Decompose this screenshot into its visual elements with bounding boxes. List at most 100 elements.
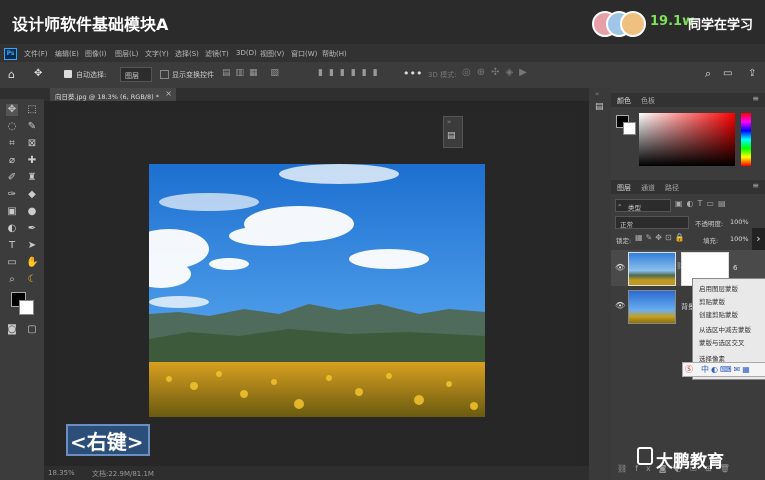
- status-bar: 18.35% 文档:22.9M/81.1M: [44, 466, 589, 480]
- show-transform-checkbox[interactable]: [160, 70, 169, 79]
- lasso-tool-icon[interactable]: ◌: [6, 121, 18, 133]
- tab-paths[interactable]: 路径: [665, 183, 679, 193]
- healing-brush-icon[interactable]: ✚: [26, 155, 38, 167]
- more-options-icon[interactable]: •••: [403, 67, 422, 80]
- document-tab[interactable]: 向日葵.jpg @ 18.3% (6, RGB/8) * ×: [50, 88, 176, 101]
- ime-tool-icons[interactable]: 中◐⌨✉▦: [701, 364, 752, 375]
- tab-color[interactable]: 颜色: [617, 96, 631, 106]
- ime-logo-icon: Ⓢ: [685, 365, 693, 374]
- eye-icon[interactable]: 👁: [615, 301, 625, 310]
- menu-3d[interactable]: 3D(D): [236, 49, 257, 57]
- eraser-icon[interactable]: ◆: [26, 189, 38, 201]
- 3d-tool-icons[interactable]: ◎⊕✣◈▶: [462, 67, 533, 78]
- layer-thumbnail: [628, 290, 676, 324]
- eyedropper-icon[interactable]: ⌀: [6, 155, 18, 167]
- gradient-tool-icon[interactable]: ▣: [6, 206, 18, 218]
- eye-icon[interactable]: 👁: [615, 263, 625, 272]
- banana-icon[interactable]: ☾: [26, 274, 38, 286]
- auto-select-dropdown[interactable]: 图层: [120, 67, 152, 82]
- opacity-label: 不透明度:: [695, 220, 724, 228]
- lock-icons[interactable]: ▦✎✥⊡🔒: [635, 233, 688, 242]
- layer-name[interactable]: 6: [733, 264, 737, 272]
- frame-tool-icon[interactable]: ⊠: [26, 138, 38, 150]
- history-brush-icon[interactable]: ✑: [6, 189, 18, 201]
- layer-thumbnail: [628, 252, 676, 286]
- close-icon[interactable]: ×: [165, 89, 172, 98]
- floating-properties-icon[interactable]: » ▤: [443, 116, 463, 148]
- auto-select-value: 图层: [125, 72, 139, 80]
- distribute-icons[interactable]: ▮▮▮▮▮▮: [318, 68, 384, 78]
- menu-item[interactable]: 剪贴蒙版: [699, 296, 725, 306]
- pen-tool-icon[interactable]: ✒: [26, 223, 38, 235]
- move-tool-icon[interactable]: ✥: [6, 104, 18, 116]
- menu-image[interactable]: 图像(I): [85, 49, 107, 59]
- menu-layer[interactable]: 图层(L): [115, 49, 138, 59]
- doc-info: 文档:22.9M/81.1M: [92, 470, 154, 478]
- course-title: 设计师软件基础模块A: [12, 15, 169, 34]
- filter-search-icon: ⌕: [618, 201, 622, 209]
- menu-item[interactable]: 蒙版与选区交叉: [699, 337, 745, 347]
- show-transform-label: 显示变换控件: [172, 71, 214, 79]
- crop-tool-icon[interactable]: ⌗: [6, 138, 18, 150]
- history-panel-icon[interactable]: ▤: [595, 102, 604, 112]
- layer-filter-icons[interactable]: ▣◐T▭▤: [675, 199, 730, 208]
- menu-view[interactable]: 视图(V): [260, 49, 284, 59]
- workspace-icon[interactable]: ▭: [723, 68, 732, 79]
- layer-filter-dropdown[interactable]: ⌕ 类型: [615, 199, 671, 212]
- panel-menu-icon[interactable]: ≡: [752, 181, 759, 190]
- quick-select-icon[interactable]: ✎: [26, 121, 38, 133]
- viewer-avatars: [592, 0, 648, 44]
- tab-channels[interactable]: 通道: [641, 183, 655, 193]
- menu-select[interactable]: 选择(S): [175, 49, 199, 59]
- blur-tool-icon[interactable]: ●: [26, 206, 38, 218]
- options-bar: ⌂ ✥ 自动选择: 图层 显示变换控件 ▤▥▦ ▧ ▮▮▮▮▮▮ ••• 3D …: [0, 62, 765, 89]
- brush-tool-icon[interactable]: ✐: [6, 172, 18, 184]
- fill-value[interactable]: 100%: [730, 235, 749, 243]
- share-icon[interactable]: ⇪: [748, 68, 756, 79]
- panel-menu-icon[interactable]: ≡: [752, 94, 759, 103]
- opacity-value[interactable]: 100%: [730, 218, 749, 226]
- tab-layers[interactable]: 图层: [617, 183, 631, 193]
- 3d-mode-label: 3D 模式:: [428, 71, 457, 79]
- tab-swatches[interactable]: 色板: [641, 96, 655, 106]
- align-icons[interactable]: ▤▥▦ ▧: [222, 68, 284, 78]
- search-icon[interactable]: ⌕: [705, 67, 711, 81]
- menu-type[interactable]: 文字(Y): [145, 49, 169, 59]
- menu-item[interactable]: 创建剪贴蒙版: [699, 309, 738, 319]
- move-tool-icon[interactable]: ✥: [34, 68, 42, 79]
- menu-file[interactable]: 文件(F): [24, 49, 48, 59]
- menu-help[interactable]: 帮助(H): [322, 49, 347, 59]
- type-tool-icon[interactable]: T: [6, 240, 18, 252]
- menu-edit[interactable]: 编辑(E): [55, 49, 79, 59]
- toolbox-header: [0, 88, 44, 99]
- shape-tool-icon[interactable]: ▭: [6, 257, 18, 269]
- hue-slider[interactable]: [741, 113, 751, 166]
- quick-mask-icon[interactable]: ◙: [6, 324, 18, 336]
- menu-item[interactable]: 启用图层蒙版: [699, 283, 738, 293]
- home-icon[interactable]: ⌂: [8, 68, 15, 81]
- path-select-icon[interactable]: ➤: [26, 240, 38, 252]
- menu-item[interactable]: 从选区中减去蒙版: [699, 324, 751, 334]
- ime-toolbar[interactable]: Ⓢ 中◐⌨✉▦: [682, 362, 765, 377]
- zoom-tool-icon[interactable]: ⌕: [6, 274, 18, 286]
- background-color-swatch[interactable]: [623, 122, 636, 135]
- panel-expand-chevron-icon[interactable]: ›: [752, 228, 765, 250]
- dodge-tool-icon[interactable]: ◐: [6, 223, 18, 235]
- stamp-tool-icon[interactable]: ♜: [26, 172, 38, 184]
- panel-dock-strip: « ▤: [589, 88, 611, 480]
- hand-tool-icon[interactable]: ✋: [26, 257, 38, 269]
- filter-kind: 类型: [628, 204, 641, 212]
- blend-mode-dropdown[interactable]: 正常: [615, 216, 689, 229]
- menu-filter[interactable]: 滤镜(T): [205, 49, 229, 59]
- screen-mode-icon[interactable]: ▢: [26, 324, 38, 336]
- toolbox: ✥ ⬚ ◌ ✎ ⌗ ⊠ ⌀ ✚ ✐ ♜ ✑ ◆ ▣ ● ◐ ✒ T ➤ ▭ ✋ …: [0, 99, 44, 480]
- auto-select-checkbox[interactable]: [64, 70, 72, 78]
- menu-window[interactable]: 窗口(W): [291, 49, 317, 59]
- color-picker-field[interactable]: [639, 113, 735, 166]
- marquee-tool-icon[interactable]: ⬚: [26, 104, 38, 116]
- lock-label: 锁定:: [616, 237, 632, 245]
- background-color-swatch[interactable]: [19, 300, 34, 315]
- auto-select-label: 自动选择:: [76, 71, 107, 79]
- zoom-level[interactable]: 18.35%: [48, 469, 75, 477]
- collapse-icon[interactable]: «: [595, 90, 599, 98]
